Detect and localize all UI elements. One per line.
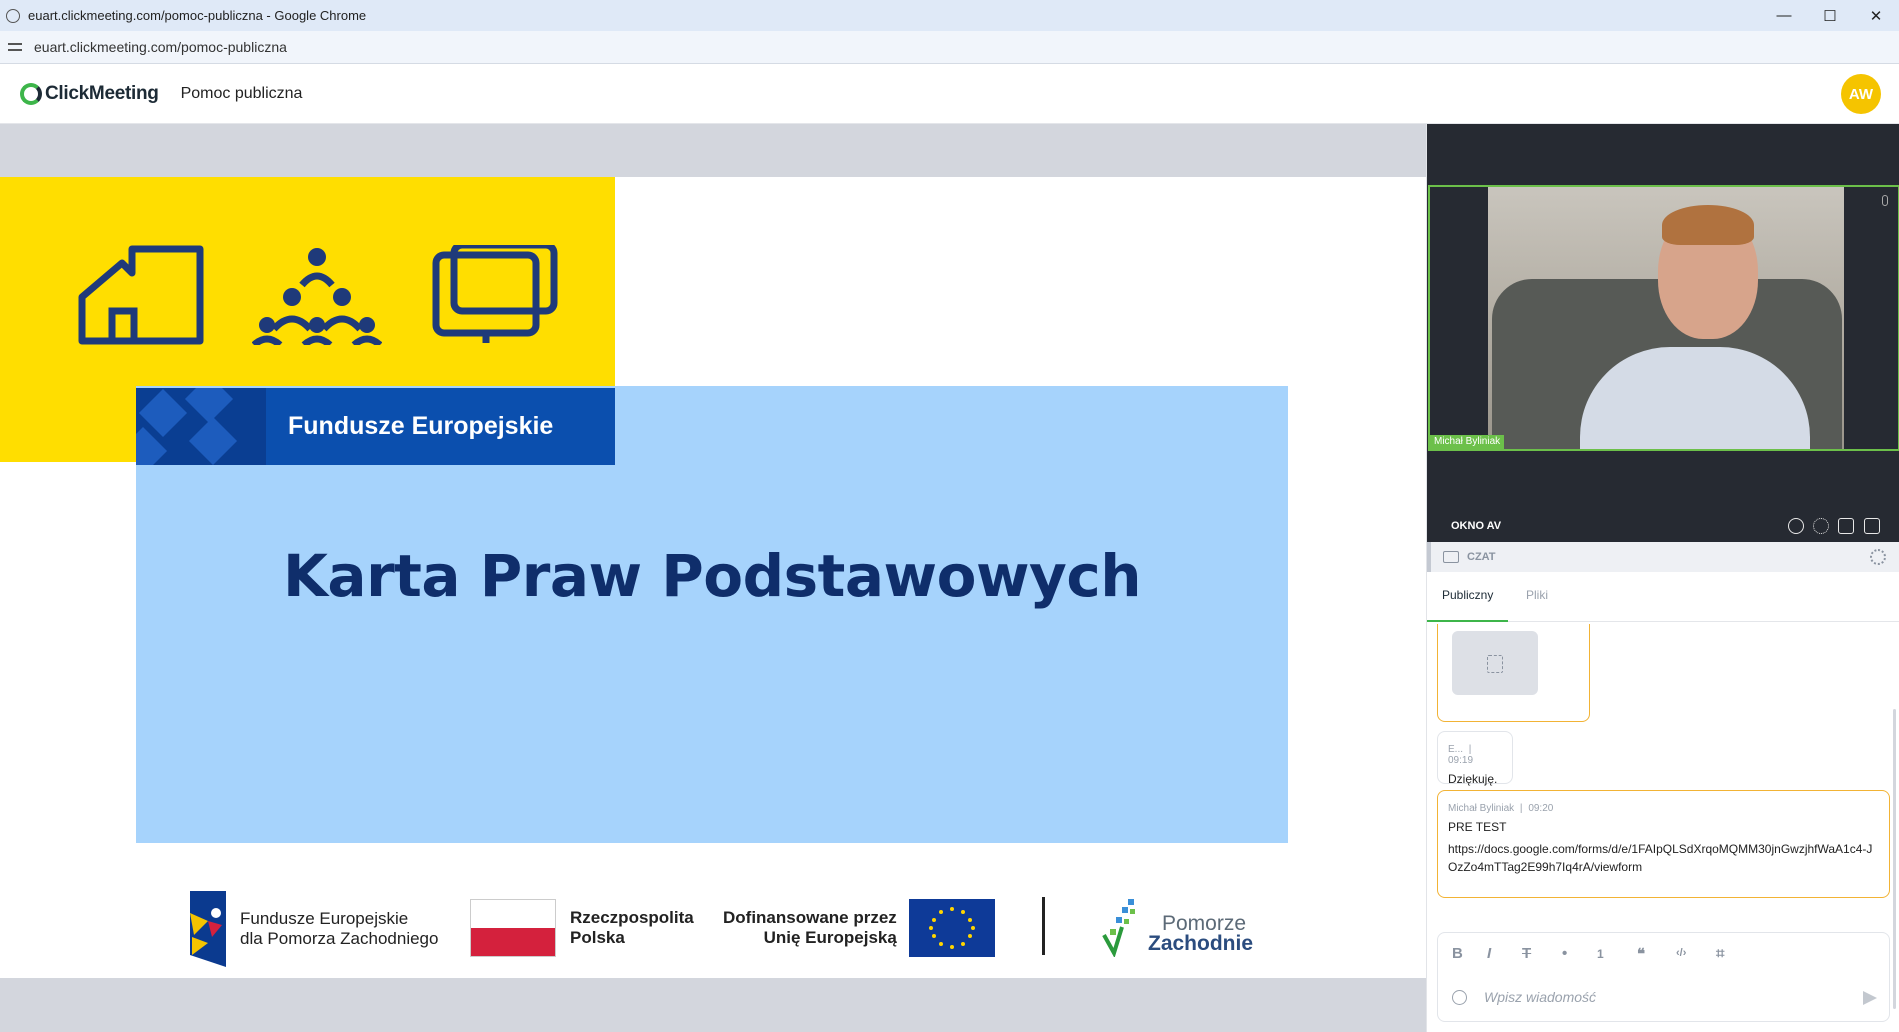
- pomorze-zachodnie-logo: Pomorze Zachodnie: [1100, 897, 1253, 957]
- right-panel: Michał Byliniak OKNO AV CZAT Publiczny P…: [1426, 124, 1899, 1032]
- av-window-label: OKNO AV: [1451, 520, 1502, 532]
- blockquote-button[interactable]: ❝: [1637, 945, 1645, 963]
- message-time: 09:19: [1448, 755, 1474, 766]
- chat-composer: B I T • 1 ❝ ‹/› ⌗ Wpisz wiadomość: [1437, 932, 1890, 1022]
- clickmeeting-logo-icon: [20, 82, 42, 105]
- maximize-button[interactable]: ☐: [1807, 0, 1853, 31]
- chat-header: CZAT: [1427, 542, 1899, 572]
- fe-pomorze-logo: Fundusze Europejskie dla Pomorza Zachodn…: [186, 891, 438, 967]
- av-toolbar: OKNO AV: [1427, 510, 1899, 542]
- bold-button[interactable]: B: [1452, 945, 1463, 962]
- chat-header-label: CZAT: [1467, 551, 1496, 563]
- chat-scrollbar[interactable]: [1893, 709, 1896, 1009]
- chat-messages: E... | 09:19 Dziękuję. Michał Byliniak |…: [1427, 624, 1899, 920]
- code-button[interactable]: ‹/›: [1676, 947, 1686, 959]
- url-text[interactable]: euart.clickmeeting.com/pomoc-publiczna: [34, 39, 287, 55]
- chat-message-own: Michał Byliniak | 09:20 PRE TEST https:/…: [1437, 790, 1890, 898]
- app-header: ClickMeeting Pomoc publiczna AW: [0, 64, 1899, 124]
- chat-settings-icon[interactable]: [1870, 549, 1886, 565]
- pz-line2: Zachodnie: [1148, 932, 1254, 955]
- message-author: E...: [1448, 744, 1464, 755]
- tab-publiczny[interactable]: Publiczny: [1427, 572, 1509, 622]
- popout-icon[interactable]: [1864, 518, 1880, 534]
- polish-flag-icon: [470, 899, 556, 957]
- eu-stars-graphic: [136, 388, 266, 465]
- presentation-stage: Fundusze Europejskie Karta Praw Podstawo…: [0, 124, 1426, 1032]
- chat-bubble-icon[interactable]: [1788, 518, 1804, 534]
- meta-separator: |: [1519, 803, 1523, 814]
- chat-message: E... | 09:19 Dziękuję.: [1437, 731, 1513, 786]
- fe-flag-icon: [190, 891, 226, 967]
- rzeczpospolita-logo: Rzeczpospolita Polska: [470, 899, 694, 957]
- message-author: Michał Byliniak: [1448, 803, 1515, 814]
- clickmeeting-logo[interactable]: ClickMeeting: [20, 82, 159, 105]
- fe-line2: dla Pomorza Zachodniego: [240, 929, 439, 948]
- numbered-list-button[interactable]: 1: [1597, 947, 1604, 961]
- minimize-button[interactable]: —: [1761, 0, 1807, 31]
- book-icon: [432, 245, 558, 343]
- presentation-slide: Fundusze Europejskie Karta Praw Podstawo…: [0, 177, 1426, 978]
- file-thumbnail-icon[interactable]: [1452, 631, 1538, 695]
- window-title-bar: euart.clickmeeting.com/pomoc-publiczna -…: [0, 0, 1899, 31]
- eu-funding-logo: Dofinansowane przez Unię Europejską: [723, 899, 995, 957]
- pz-line1: Pomorze: [1162, 912, 1247, 935]
- send-icon[interactable]: [1863, 991, 1877, 1005]
- people-icon: [252, 248, 382, 345]
- av-window: Michał Byliniak OKNO AV: [1427, 124, 1899, 542]
- eu-flag-icon: [908, 899, 995, 957]
- participant-video[interactable]: Michał Byliniak: [1428, 185, 1899, 451]
- file-message[interactable]: [1437, 624, 1590, 722]
- meta-separator: |: [1468, 744, 1472, 755]
- settings-icon[interactable]: [1813, 518, 1829, 534]
- message-link[interactable]: https://docs.google.com/forms/d/e/1FAIpQ…: [1448, 840, 1879, 876]
- strikethrough-button[interactable]: T: [1522, 945, 1531, 962]
- eu-line2: Unię Europejską: [763, 928, 897, 947]
- user-avatar[interactable]: AW: [1841, 74, 1881, 114]
- video-letterbox-left: [1430, 187, 1488, 449]
- site-settings-icon[interactable]: [8, 41, 24, 53]
- logo-text: ClickMeeting: [45, 82, 159, 104]
- house-icon: [78, 245, 204, 345]
- band-label: Fundusze Europejskie: [288, 412, 554, 440]
- pomorze-mark-icon: [1102, 899, 1135, 957]
- emoji-icon[interactable]: [1452, 990, 1467, 1005]
- eu-line1: Dofinansowane przez: [723, 908, 897, 927]
- rp-line1: Rzeczpospolita: [570, 908, 694, 927]
- logo-divider: [1042, 897, 1045, 955]
- pz-line2-text: Zachodnie: [1148, 932, 1254, 955]
- message-time: 09:20: [1528, 803, 1554, 814]
- message-meta: Michał Byliniak | 09:20: [1448, 803, 1879, 814]
- chat-icon: [1443, 551, 1459, 563]
- fe-line1: Fundusze Europejskie: [240, 909, 409, 928]
- video-person-hair: [1662, 205, 1754, 245]
- close-button[interactable]: ✕: [1853, 0, 1899, 31]
- video-letterbox-right: [1844, 187, 1898, 449]
- microphone-icon: [1882, 195, 1888, 206]
- message-text: PRE TEST: [1448, 820, 1507, 834]
- message-input[interactable]: Wpisz wiadomość: [1484, 989, 1596, 1005]
- fundusze-europejskie-band: Fundusze Europejskie: [136, 388, 615, 465]
- message-text: Dziękuję.: [1448, 772, 1498, 786]
- tab-pliki[interactable]: Pliki: [1511, 572, 1563, 622]
- slide-footer-logos: Fundusze Europejskie dla Pomorza Zachodn…: [0, 867, 1426, 967]
- participant-name: Michał Byliniak: [1430, 435, 1505, 449]
- address-bar[interactable]: euart.clickmeeting.com/pomoc-publiczna: [0, 31, 1899, 64]
- expand-icon[interactable]: [1838, 518, 1854, 534]
- italic-button[interactable]: I: [1487, 945, 1491, 962]
- bullet-list-button[interactable]: •: [1562, 945, 1567, 962]
- rp-line2: Polska: [570, 928, 625, 947]
- slide-headline: Karta Praw Podstawowych: [282, 542, 1142, 610]
- site-info-icon: [6, 8, 20, 23]
- room-title: Pomoc publiczna: [180, 84, 303, 102]
- message-meta: E... | 09:19: [1448, 744, 1502, 766]
- code-block-button[interactable]: ⌗: [1716, 945, 1724, 962]
- window-title: euart.clickmeeting.com/pomoc-publiczna -…: [28, 8, 367, 23]
- chat-tabs: Publiczny Pliki: [1427, 572, 1899, 622]
